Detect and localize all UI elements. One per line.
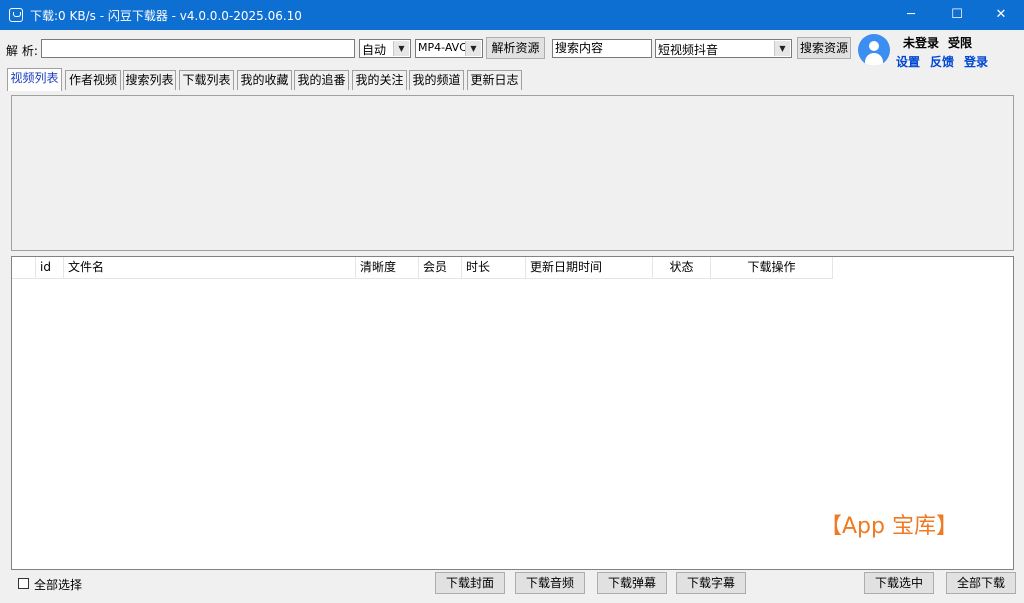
- close-button[interactable]: ✕: [978, 0, 1024, 30]
- select-all-label[interactable]: 全部选择: [34, 576, 82, 593]
- tab-download-list[interactable]: 下载列表: [179, 70, 234, 90]
- minimize-button[interactable]: ─: [888, 0, 934, 30]
- quality-select-value: 自动: [362, 43, 387, 57]
- download-selected-button[interactable]: 下载选中: [864, 572, 934, 594]
- video-info-panel: [11, 95, 1014, 251]
- tab-my-favorites[interactable]: 我的收藏: [237, 70, 292, 90]
- download-subtitle-button[interactable]: 下载字幕: [676, 572, 746, 594]
- column-header-id[interactable]: id: [36, 257, 64, 279]
- column-header-select[interactable]: [12, 257, 36, 279]
- user-icon: [869, 41, 879, 51]
- feedback-link[interactable]: 反馈: [930, 53, 954, 70]
- maximize-button[interactable]: ☐: [934, 0, 980, 30]
- parse-label: 解 析:: [6, 44, 38, 58]
- tab-author-videos[interactable]: 作者视频: [65, 70, 121, 90]
- login-link[interactable]: 登录: [964, 53, 988, 70]
- download-cover-button[interactable]: 下载封面: [435, 572, 505, 594]
- select-all-checkbox[interactable]: [18, 578, 29, 589]
- platform-select-value: 短视频抖音: [658, 43, 719, 57]
- column-header-vip[interactable]: 会员: [419, 257, 462, 279]
- search-input[interactable]: 搜索内容: [552, 39, 652, 58]
- title-bar: 下载:0 KB/s - 闪豆下载器 - v4.0.0.0-2025.06.10 …: [0, 0, 1024, 30]
- tab-my-following-anime[interactable]: 我的追番: [294, 70, 349, 90]
- tab-my-channel[interactable]: 我的频道: [409, 70, 464, 90]
- app-icon: [9, 8, 23, 22]
- watermark: 【App 宝库】: [820, 514, 958, 539]
- quality-select[interactable]: 自动 ▼: [359, 39, 411, 58]
- column-header-status[interactable]: 状态: [653, 257, 711, 279]
- download-audio-button[interactable]: 下载音频: [515, 572, 585, 594]
- download-danmaku-button[interactable]: 下载弹幕: [597, 572, 667, 594]
- chevron-down-icon: ▼: [465, 41, 481, 56]
- limit-status: 受限: [948, 36, 973, 50]
- download-all-button[interactable]: 全部下载: [946, 572, 1016, 594]
- format-select-value: MP4-AVC: [418, 41, 467, 54]
- format-select[interactable]: MP4-AVC ▼: [415, 39, 483, 58]
- column-header-updated[interactable]: 更新日期时间: [526, 257, 653, 279]
- column-header-duration[interactable]: 时长: [462, 257, 526, 279]
- chevron-down-icon: ▼: [393, 41, 409, 56]
- chevron-down-icon: ▼: [774, 41, 790, 56]
- tab-video-list[interactable]: 视频列表: [7, 68, 62, 91]
- login-status: 未登录: [903, 36, 940, 50]
- column-header-filename[interactable]: 文件名: [64, 257, 356, 279]
- avatar[interactable]: [858, 34, 890, 66]
- window-title: 下载:0 KB/s - 闪豆下载器 - v4.0.0.0-2025.06.10: [30, 9, 302, 23]
- parse-url-input[interactable]: [41, 39, 355, 58]
- search-resource-button[interactable]: 搜索资源: [797, 37, 851, 59]
- tab-changelog[interactable]: 更新日志: [467, 70, 522, 90]
- tab-my-follows[interactable]: 我的关注: [352, 70, 407, 90]
- platform-select[interactable]: 短视频抖音 ▼: [655, 39, 792, 58]
- column-header-quality[interactable]: 清晰度: [356, 257, 419, 279]
- settings-link[interactable]: 设置: [896, 53, 920, 70]
- parse-resource-button[interactable]: 解析资源: [486, 37, 545, 59]
- tab-search-list[interactable]: 搜索列表: [123, 70, 176, 90]
- column-header-actions[interactable]: 下载操作: [711, 257, 833, 279]
